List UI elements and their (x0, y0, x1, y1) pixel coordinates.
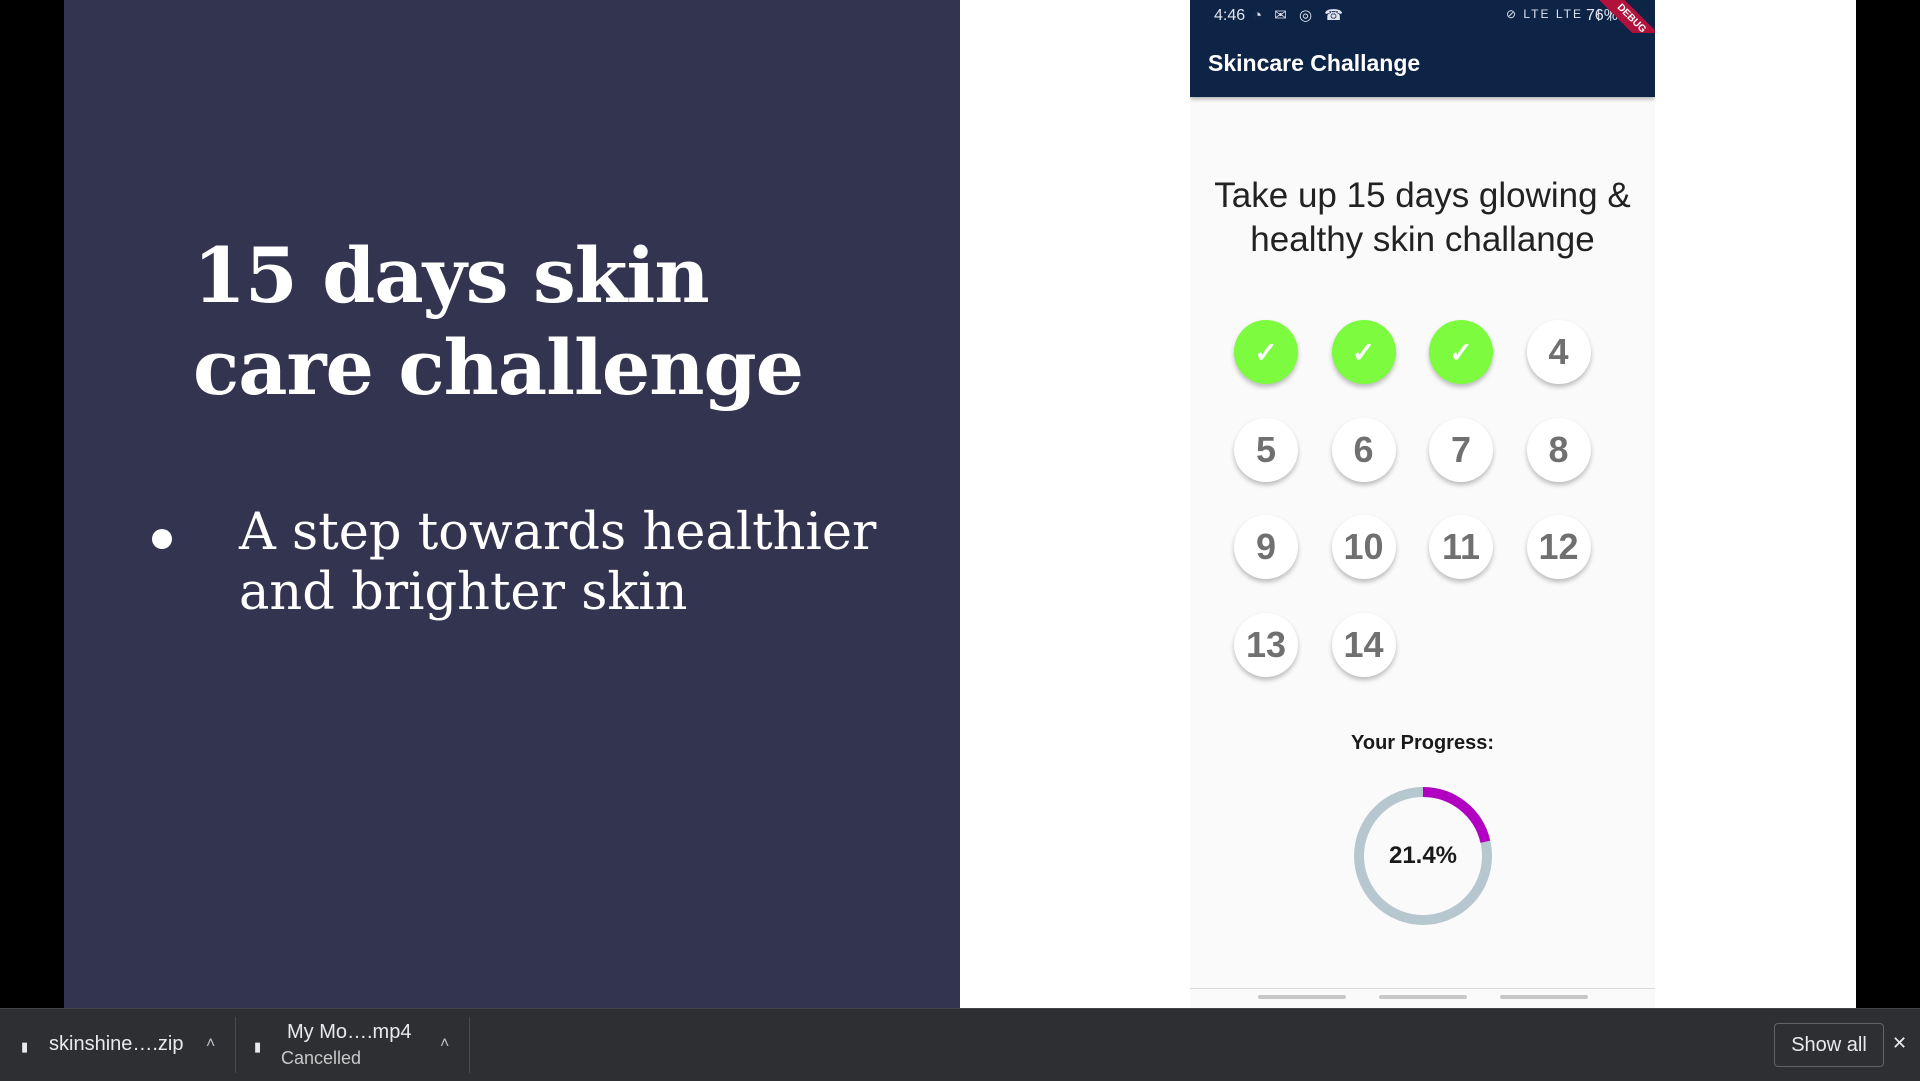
nav-pill-right[interactable] (1500, 995, 1588, 999)
show-all-button[interactable]: Show all (1774, 1023, 1884, 1067)
download-name: My Mo….mp4 (287, 1021, 412, 1043)
download-name: skinshine….zip (49, 1033, 184, 1055)
phone-screen: 4:46 ◔ ✉ ◎ ☎ ⊘ LTE LTE .❘❘ 76% DEBUG Ski… (1190, 0, 1655, 1008)
notification-icons: ◔ ✉ ◎ ☎ (1253, 7, 1347, 24)
day-14-button[interactable]: 14 (1331, 612, 1396, 677)
chevron-up-icon[interactable]: ˄ (440, 1035, 449, 1053)
nav-pill-center[interactable] (1379, 995, 1467, 999)
progress-label: Your Progress: (1351, 732, 1494, 754)
download-status: Cancelled (281, 1048, 362, 1068)
app-bar: Skincare Challange (1190, 33, 1655, 97)
day-grid: ✓ ✓ ✓ 4 5 6 7 8 9 10 11 12 13 14 (1234, 320, 1614, 677)
day-10-button[interactable]: 10 (1331, 515, 1396, 579)
day-number: 5 (1255, 428, 1277, 470)
day-number: 11 (1441, 526, 1481, 567)
download-shelf: ▮ skinshine….zip ˄ ▮ My Mo….mp4 Cancelle… (0, 1008, 1920, 1081)
day-number: 12 (1538, 526, 1579, 567)
file-icon: ▮ (254, 1039, 262, 1054)
day-5-button[interactable]: 5 (1234, 417, 1298, 482)
day-13-button[interactable]: 13 (1234, 612, 1298, 677)
status-time: 4:46 (1214, 7, 1246, 24)
slide-title-panel: 15 days skin care challenge A step towar… (64, 0, 960, 1008)
day-number: 6 (1353, 428, 1374, 470)
day-3-completed[interactable]: ✓ (1429, 320, 1493, 384)
day-number: 9 (1255, 526, 1277, 567)
day-number: 13 (1245, 623, 1287, 665)
check-icon: ✓ (1351, 336, 1376, 368)
day-6-button[interactable]: 6 (1331, 417, 1396, 482)
day-8-button[interactable]: 8 (1526, 417, 1591, 482)
close-icon[interactable]: ✕ (1892, 1033, 1907, 1054)
progress-value: 21.4% (1388, 842, 1458, 869)
day-11-button[interactable]: 11 (1429, 515, 1493, 579)
day-7-button[interactable]: 7 (1429, 417, 1493, 482)
status-bar: 4:46 ◔ ✉ ◎ ☎ ⊘ LTE LTE .❘❘ 76% DEBUG (1190, 0, 1655, 60)
day-number: 10 (1343, 526, 1384, 567)
check-icon: ✓ (1254, 336, 1278, 368)
slide-title: 15 days skin care challenge (193, 231, 804, 412)
day-2-completed[interactable]: ✓ (1331, 320, 1396, 384)
day-number: 4 (1548, 331, 1569, 372)
app-title: Skincare Challange (1208, 50, 1421, 76)
bullet-dot-icon (152, 529, 172, 549)
gesture-nav-bar (1190, 988, 1655, 1008)
check-icon: ✓ (1449, 336, 1473, 368)
day-12-button[interactable]: 12 (1526, 515, 1591, 579)
slide-bullet-text: A step towards healthier and brighter sk… (239, 503, 877, 622)
day-number: 14 (1343, 623, 1384, 665)
day-1-completed[interactable]: ✓ (1234, 320, 1298, 384)
day-4-button[interactable]: 4 (1526, 320, 1591, 384)
download-item-mp4[interactable]: ▮ My Mo….mp4 Cancelled ˄ (236, 1009, 469, 1081)
challenge-headline: Take up 15 days glowing & healthy skin c… (1214, 176, 1631, 259)
day-number: 7 (1450, 428, 1472, 470)
separator (469, 1017, 470, 1073)
day-9-button[interactable]: 9 (1234, 515, 1298, 579)
day-number: 8 (1548, 428, 1569, 470)
download-item-zip[interactable]: ▮ skinshine….zip ˄ (0, 1009, 235, 1081)
file-icon: ▮ (21, 1039, 29, 1054)
nav-pill-left[interactable] (1258, 995, 1346, 999)
chevron-up-icon[interactable]: ˄ (206, 1035, 215, 1053)
